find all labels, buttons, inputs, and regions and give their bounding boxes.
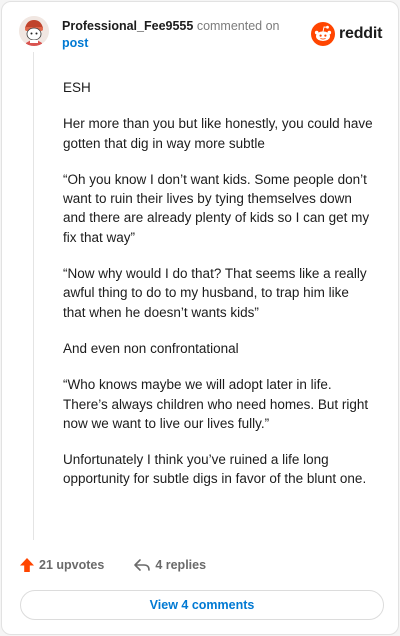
thread-line bbox=[33, 52, 34, 540]
comment-paragraph: ESH bbox=[63, 80, 91, 95]
avatar-icon bbox=[19, 16, 49, 46]
view-comments-button[interactable]: View 4 comments bbox=[20, 590, 384, 620]
comment-card: Professional_Fee9555 commented on post r… bbox=[1, 1, 399, 635]
comment-actions: 21 upvotes 4 replies bbox=[19, 555, 206, 575]
reddit-wordmark: reddit bbox=[339, 25, 383, 42]
comment-header: Professional_Fee9555 commented on post bbox=[62, 18, 302, 52]
action-text: commented on bbox=[196, 19, 280, 33]
comment-paragraph: “Who knows maybe we will adopt later in … bbox=[63, 377, 369, 431]
post-link[interactable]: post bbox=[62, 36, 88, 50]
upvote-arrow-icon bbox=[20, 558, 34, 572]
comment-paragraph: “Now why would I do that? That seems lik… bbox=[63, 266, 367, 320]
reply-arrow-icon bbox=[134, 559, 151, 571]
upvote-button[interactable]: 21 upvotes bbox=[19, 557, 104, 573]
comment-paragraph: “Oh you know I don’t want kids. Some peo… bbox=[63, 171, 370, 245]
reddit-logo-icon bbox=[311, 22, 335, 46]
username[interactable]: Professional_Fee9555 bbox=[62, 19, 193, 33]
comment-body: ESH Her more than you but like honestly, … bbox=[63, 78, 375, 506]
replies-count: 4 replies bbox=[155, 558, 207, 572]
comment-paragraph: Unfortunately I think you’ve ruined a li… bbox=[63, 452, 367, 487]
comment-paragraph: Her more than you but like honestly, you… bbox=[63, 116, 373, 151]
reddit-logo[interactable]: reddit bbox=[311, 22, 382, 46]
upvotes-count: 21 upvotes bbox=[39, 558, 105, 572]
avatar[interactable] bbox=[19, 16, 49, 46]
comment-paragraph: And even non confrontational bbox=[63, 340, 239, 356]
replies-button[interactable]: 4 replies bbox=[133, 557, 206, 573]
